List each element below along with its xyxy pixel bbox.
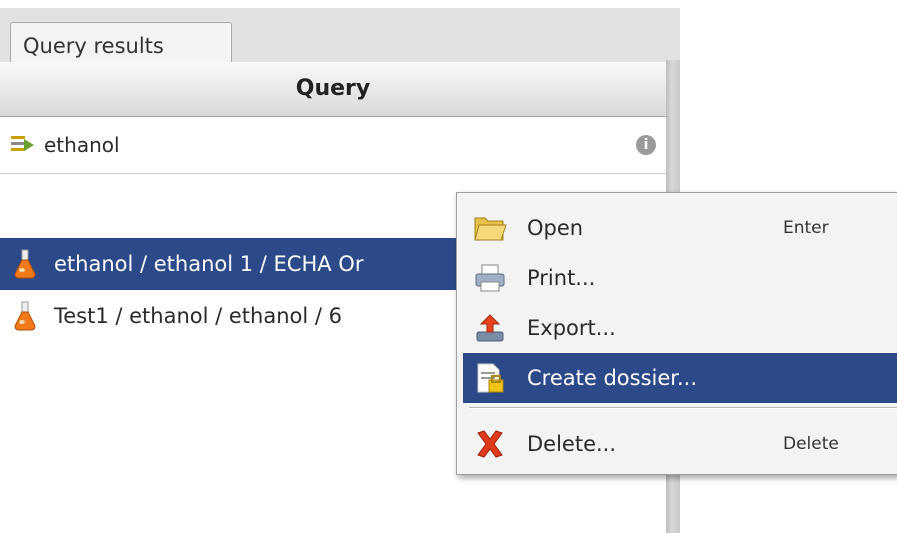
- result-label: ethanol / ethanol 1 / ECHA Or: [54, 252, 364, 276]
- menu-item-create-dossier[interactable]: Create dossier...: [463, 353, 897, 403]
- menu-label: Create dossier...: [527, 366, 697, 390]
- tab-strip: Query results: [0, 8, 680, 68]
- create-dossier-icon: [477, 363, 504, 393]
- menu-item-print[interactable]: Print...: [463, 253, 897, 303]
- menu-separator: [469, 407, 897, 409]
- folder-open-icon: [474, 217, 507, 241]
- menu-label: Export...: [527, 316, 616, 340]
- result-label: Test1 / ethanol / ethanol / 6: [54, 304, 343, 328]
- query-row[interactable]: ethanol i: [0, 117, 666, 174]
- menu-item-delete[interactable]: Delete... Delete: [463, 419, 897, 469]
- flask-icon: [14, 249, 36, 279]
- menu-shortcut: Delete: [783, 434, 839, 454]
- flask-icon: [14, 301, 36, 331]
- delete-x-icon: [477, 430, 503, 458]
- menu-label: Delete...: [527, 432, 617, 456]
- menu-label: Open: [527, 216, 584, 240]
- menu-label: Print...: [527, 266, 596, 290]
- query-text: ethanol: [44, 133, 120, 157]
- filter-arrow-icon: [11, 136, 34, 151]
- query-column-header[interactable]: Query: [0, 62, 666, 117]
- printer-icon: [475, 264, 505, 292]
- menu-shortcut: Enter: [783, 218, 829, 238]
- clear-info-icon[interactable]: i: [636, 135, 656, 155]
- menu-item-open[interactable]: Open Enter: [463, 203, 897, 253]
- context-menu: Open Enter Print... Export... Create dos…: [456, 192, 897, 475]
- export-icon: [476, 314, 504, 342]
- menu-item-export[interactable]: Export...: [463, 303, 897, 353]
